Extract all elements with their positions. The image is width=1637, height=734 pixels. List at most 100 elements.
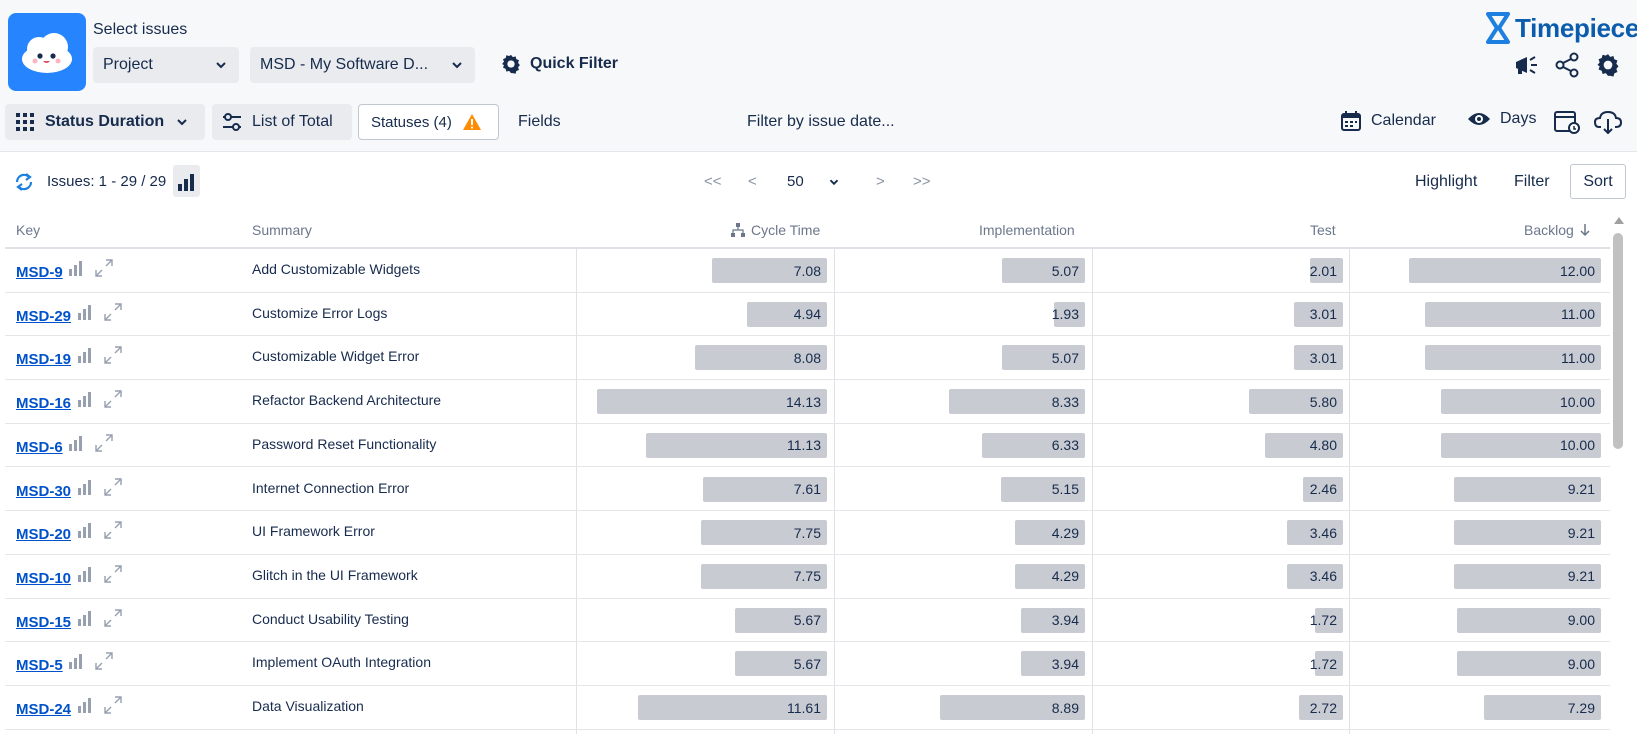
backlog-cell[interactable]: 7.29: [1484, 695, 1601, 720]
expand-icon[interactable]: [103, 608, 123, 628]
implementation-cell[interactable]: 5.07: [1002, 345, 1085, 371]
implementation-cell[interactable]: 5.15: [1001, 476, 1085, 502]
issue-key-link[interactable]: MSD-19: [16, 351, 71, 368]
issue-key-link[interactable]: MSD-24: [16, 701, 71, 718]
days-button[interactable]: Days: [1467, 110, 1536, 128]
issue-chart-icon[interactable]: [68, 653, 84, 670]
column-header-key[interactable]: Key: [16, 222, 40, 238]
backlog-cell[interactable]: 9.00: [1457, 651, 1601, 677]
backlog-cell[interactable]: 12.00: [1409, 258, 1601, 283]
backlog-cell[interactable]: 10.00: [1441, 389, 1601, 415]
test-cell[interactable]: 3.01: [1294, 301, 1343, 327]
page-size-select[interactable]: 50: [787, 173, 839, 190]
cycle-time-cell[interactable]: 7.75: [701, 563, 827, 589]
expand-icon[interactable]: [103, 477, 123, 497]
expand-icon[interactable]: [94, 258, 114, 278]
settings-gear-icon[interactable]: [1595, 52, 1621, 78]
last-page-button[interactable]: >>: [913, 173, 931, 190]
issue-key-link[interactable]: MSD-30: [16, 483, 71, 500]
backlog-cell[interactable]: 9.00: [1457, 607, 1601, 633]
implementation-cell[interactable]: 3.94: [1021, 651, 1085, 677]
issue-chart-icon[interactable]: [68, 435, 84, 451]
expand-icon[interactable]: [103, 520, 123, 540]
first-page-button[interactable]: <<: [704, 173, 722, 190]
column-header-summary[interactable]: Summary: [252, 222, 312, 238]
column-header-test[interactable]: Test: [1310, 222, 1336, 238]
cycle-time-cell[interactable]: 5.67: [735, 607, 827, 633]
scrollbar-thumb[interactable]: [1613, 233, 1623, 449]
cycle-time-cell[interactable]: 7.08: [712, 258, 827, 283]
expand-icon[interactable]: [94, 651, 114, 671]
filter-by-issue-date[interactable]: Filter by issue date...: [747, 113, 895, 131]
test-cell[interactable]: 2.46: [1303, 476, 1343, 502]
expand-icon[interactable]: [103, 302, 123, 322]
implementation-cell[interactable]: 3.94: [1021, 607, 1085, 633]
cycle-time-cell[interactable]: 4.94: [747, 301, 827, 327]
chart-toggle-button[interactable]: [173, 165, 200, 197]
issue-key-link[interactable]: MSD-16: [16, 395, 71, 412]
expand-icon[interactable]: [103, 389, 123, 409]
scroll-up-arrow-icon[interactable]: [1613, 215, 1625, 225]
sort-button[interactable]: Sort: [1570, 164, 1626, 199]
implementation-cell[interactable]: 5.07: [1002, 258, 1085, 283]
test-cell[interactable]: 1.72: [1310, 651, 1343, 677]
issue-key-link[interactable]: MSD-20: [16, 526, 71, 543]
test-cell[interactable]: 4.80: [1265, 432, 1343, 458]
calendar-alarm-icon[interactable]: [1553, 109, 1581, 135]
cycle-time-cell[interactable]: 8.08: [695, 345, 827, 371]
implementation-cell[interactable]: 6.33: [982, 432, 1085, 458]
issue-key-link[interactable]: MSD-6: [16, 439, 63, 456]
test-cell[interactable]: 5.80: [1249, 389, 1343, 415]
backlog-cell[interactable]: 9.21: [1454, 476, 1601, 502]
column-header-implementation[interactable]: Implementation: [979, 222, 1075, 238]
filter-button[interactable]: Filter: [1514, 173, 1550, 191]
refresh-icon[interactable]: [13, 171, 35, 193]
cycle-time-cell[interactable]: 5.67: [735, 651, 827, 677]
highlight-button[interactable]: Highlight: [1415, 173, 1477, 191]
project-select[interactable]: MSD - My Software D...: [250, 47, 475, 83]
backlog-cell[interactable]: 11.00: [1425, 301, 1601, 327]
test-cell[interactable]: 3.01: [1294, 345, 1343, 371]
calendar-button[interactable]: Calendar: [1340, 110, 1436, 132]
cycle-time-cell[interactable]: 7.75: [701, 520, 827, 546]
list-of-total-button[interactable]: List of Total: [212, 104, 352, 140]
test-cell[interactable]: 3.46: [1287, 520, 1343, 546]
issue-chart-icon[interactable]: [77, 391, 93, 408]
issue-key-link[interactable]: MSD-5: [16, 657, 63, 674]
issue-key-link[interactable]: MSD-15: [16, 614, 71, 631]
test-cell[interactable]: 2.01: [1310, 258, 1343, 283]
column-header-backlog[interactable]: Backlog: [1524, 222, 1591, 238]
prev-page-button[interactable]: <: [748, 173, 757, 190]
report-type-dropdown[interactable]: Status Duration: [5, 104, 205, 140]
backlog-cell[interactable]: 9.21: [1454, 563, 1601, 589]
expand-icon[interactable]: [103, 564, 123, 584]
issue-chart-icon[interactable]: [77, 610, 93, 626]
issue-chart-icon[interactable]: [77, 479, 93, 495]
cycle-time-cell[interactable]: 11.61: [638, 695, 827, 720]
backlog-cell[interactable]: 10.00: [1441, 432, 1601, 458]
expand-icon[interactable]: [94, 433, 114, 453]
backlog-cell[interactable]: 11.00: [1425, 345, 1601, 371]
issue-chart-icon[interactable]: [77, 566, 93, 582]
project-dropdown[interactable]: Project: [93, 47, 239, 83]
issue-key-link[interactable]: MSD-9: [16, 264, 63, 281]
implementation-cell[interactable]: 8.89: [940, 695, 1085, 720]
announcement-icon[interactable]: [1513, 52, 1539, 78]
implementation-cell[interactable]: 8.33: [949, 389, 1085, 415]
next-page-button[interactable]: >: [876, 173, 885, 190]
share-icon[interactable]: [1554, 52, 1580, 78]
test-cell[interactable]: 3.46: [1287, 563, 1343, 589]
issue-chart-icon[interactable]: [68, 260, 84, 276]
issue-key-link[interactable]: MSD-29: [16, 308, 71, 325]
cloud-download-icon[interactable]: [1594, 109, 1622, 135]
cycle-time-cell[interactable]: 11.13: [646, 432, 827, 458]
issue-chart-icon[interactable]: [77, 697, 93, 713]
column-header-cycle-time[interactable]: Cycle Time: [731, 222, 820, 238]
cycle-time-cell[interactable]: 14.13: [597, 389, 827, 415]
test-cell[interactable]: 2.72: [1299, 695, 1343, 720]
cycle-time-cell[interactable]: 7.61: [703, 476, 827, 502]
statuses-button[interactable]: Statuses (4): [358, 104, 499, 140]
issue-chart-icon[interactable]: [77, 304, 93, 320]
implementation-cell[interactable]: 4.29: [1015, 520, 1085, 546]
fields-button[interactable]: Fields: [518, 113, 561, 131]
